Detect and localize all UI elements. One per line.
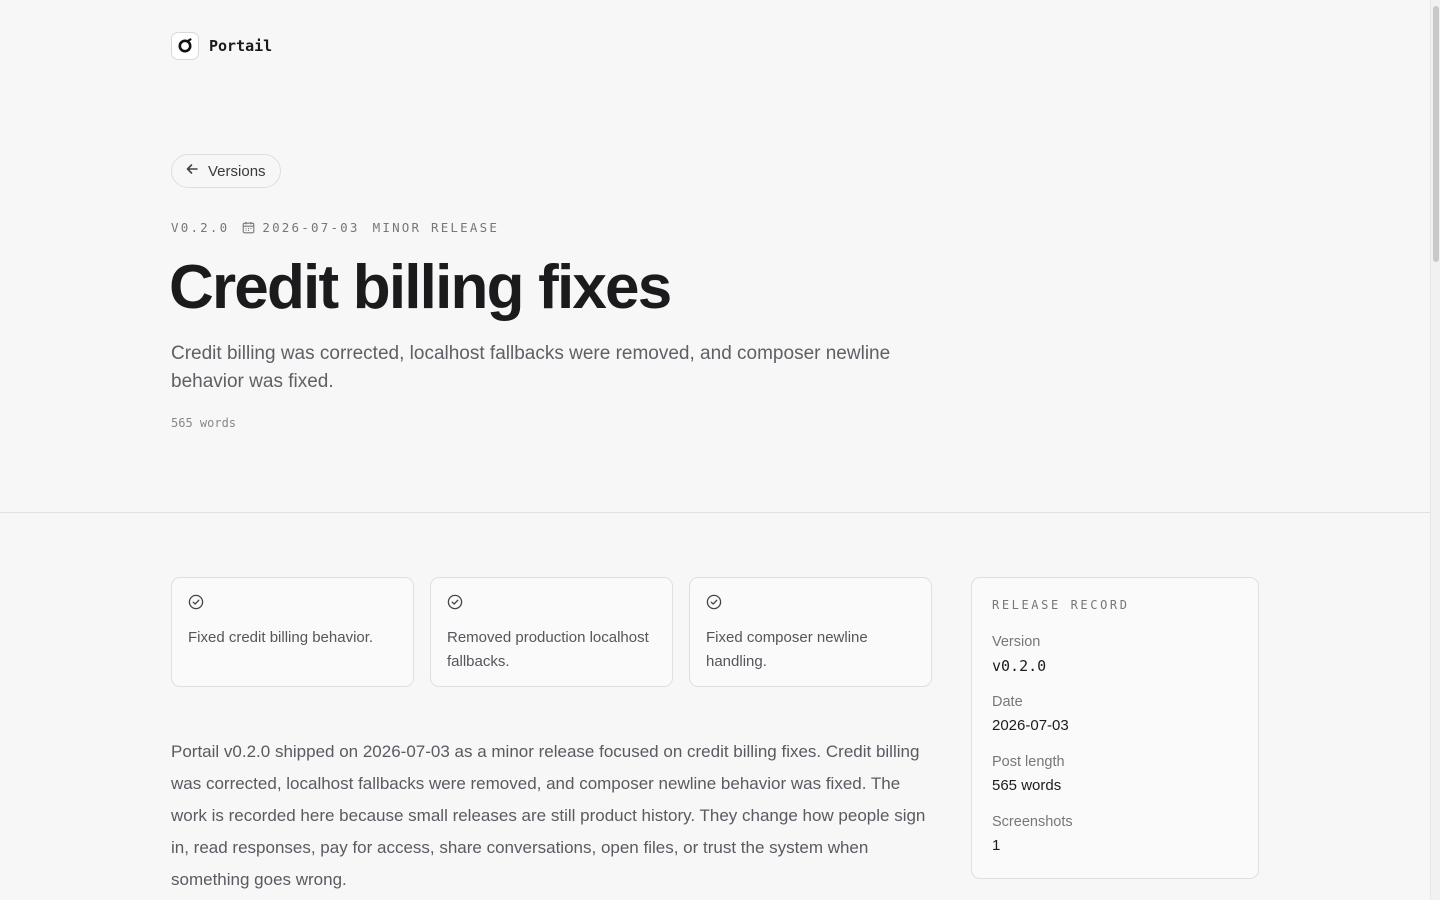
- record-row-version: Version v0.2.0: [992, 632, 1238, 676]
- calendar-icon: [242, 221, 255, 234]
- highlight-card: Fixed credit billing behavior.: [171, 577, 414, 687]
- release-date: 2026-07-03: [262, 220, 360, 235]
- back-to-versions-button[interactable]: Versions: [171, 154, 281, 188]
- record-label: Post length: [992, 754, 1065, 770]
- scrollbar-thumb[interactable]: [1433, 6, 1439, 262]
- portail-logo-icon: [171, 32, 199, 60]
- release-summary: Credit billing was corrected, localhost …: [171, 343, 891, 392]
- record-row-date: Date 2026-07-03: [992, 692, 1238, 736]
- release-meta: V0.2.0 2026-07-03 MINOR RELEASE: [171, 220, 499, 235]
- highlight-card: Fixed composer newline handling.: [689, 577, 932, 687]
- check-circle-icon: [188, 594, 397, 612]
- release-type: MINOR RELEASE: [372, 220, 500, 235]
- record-value: v0.2.0: [992, 657, 1047, 675]
- section-divider: [0, 512, 1430, 513]
- release-body: Portail v0.2.0 shipped on 2026-07-03 as …: [171, 742, 926, 889]
- release-record-panel: RELEASE RECORD Version v0.2.0 Date 2026-…: [971, 577, 1259, 879]
- brand[interactable]: Portail: [171, 32, 272, 60]
- record-label: Date: [992, 694, 1023, 710]
- highlight-text: Fixed credit billing behavior.: [188, 629, 374, 646]
- record-row-post-length: Post length 565 words: [992, 752, 1238, 796]
- record-value: 2026-07-03: [992, 717, 1069, 734]
- brand-name: Portail: [209, 37, 273, 55]
- highlight-cards: Fixed credit billing behavior. Removed p…: [171, 577, 932, 687]
- highlight-text: Removed production localhost fallbacks.: [447, 629, 649, 670]
- back-label: Versions: [208, 162, 266, 180]
- record-label: Version: [992, 634, 1041, 650]
- record-row-screenshots: Screenshots 1: [992, 812, 1238, 856]
- record-label: Screenshots: [992, 814, 1073, 830]
- check-circle-icon: [447, 594, 656, 612]
- record-value: 1: [992, 837, 1001, 854]
- release-version: V0.2.0: [171, 220, 230, 235]
- record-value: 565 words: [992, 777, 1062, 794]
- page-title: Credit billing fixes: [169, 253, 672, 322]
- check-circle-icon: [706, 594, 915, 612]
- page-scrollbar[interactable]: [1430, 0, 1440, 900]
- word-count: 565 words: [171, 416, 237, 430]
- highlight-card: Removed production localhost fallbacks.: [430, 577, 673, 687]
- arrow-left-icon: [185, 162, 199, 180]
- highlight-text: Fixed composer newline handling.: [706, 629, 868, 670]
- release-record-heading: RELEASE RECORD: [992, 598, 1130, 612]
